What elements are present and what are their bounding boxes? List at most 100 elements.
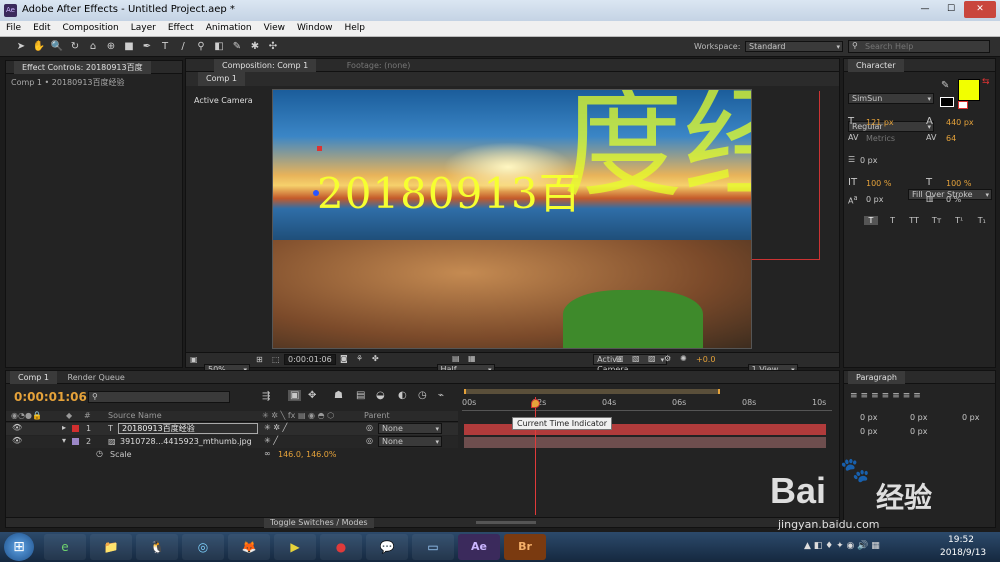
tab-effect-controls[interactable]: Effect Controls: 20180913百度 — [14, 61, 151, 74]
comp-timecode[interactable]: 0:00:01:06 — [284, 354, 336, 365]
layer-name[interactable]: 3910728...4415923_mthumb.jpg — [120, 437, 252, 446]
brush-tool-icon[interactable]: / — [176, 40, 190, 54]
snapshot-icon[interactable]: ◙ — [340, 354, 348, 363]
current-time-display[interactable]: 0:00:01:06 — [14, 390, 87, 404]
layer-label-color[interactable] — [72, 425, 79, 432]
layer-label-color[interactable] — [72, 438, 79, 445]
tab-comp-1[interactable]: Comp 1 — [198, 72, 245, 86]
menu-window[interactable]: Window — [291, 21, 339, 33]
expand-triangle-icon[interactable]: ▸ — [62, 423, 66, 432]
visibility-eye-icon[interactable]: 👁 — [12, 436, 22, 445]
roto-brush-icon[interactable]: ✎ — [230, 40, 244, 54]
taskbar-app-icon[interactable]: ▭ — [412, 534, 454, 560]
layer-switches-icon[interactable]: ✳ ✲ ╱ — [264, 423, 287, 432]
indent-right-value[interactable]: 0 px — [910, 413, 927, 422]
live-update-icon[interactable]: ▣ — [288, 390, 302, 401]
constrain-link-icon[interactable]: ∞ — [264, 449, 271, 458]
kerning-value[interactable]: Metrics — [866, 134, 895, 143]
region-interest-icon[interactable]: ▤ — [452, 354, 460, 363]
indent-first-value[interactable]: 0 px — [962, 413, 979, 422]
maximize-button[interactable]: ☐ — [938, 1, 964, 18]
collapse-triangle-icon[interactable]: ▾ — [62, 436, 66, 445]
clock-time[interactable]: 19:52 — [948, 535, 974, 545]
stroke-color-swatches[interactable] — [940, 97, 954, 107]
clock-date[interactable]: 2018/9/13 — [940, 548, 986, 558]
layer-parent-select[interactable]: None — [378, 423, 442, 434]
stroke-width-value[interactable]: 0 px — [860, 156, 877, 165]
toggle-pixel-icon[interactable]: ▥ — [616, 354, 624, 363]
time-ruler[interactable]: 00s02s04s06s08s10s — [462, 397, 832, 411]
taskbar-qq-icon[interactable]: 🐧 — [136, 534, 178, 560]
faux-italic-button[interactable]: T — [885, 216, 901, 225]
taskbar-record-icon[interactable]: ● — [320, 534, 362, 560]
taskbar-bridge-icon[interactable]: Br — [504, 534, 546, 560]
workspace-select[interactable]: Standard — [745, 41, 843, 52]
roi-icon[interactable]: ⬚ — [272, 355, 280, 364]
always-preview-icon[interactable]: ▣ — [190, 355, 198, 364]
subscript-button[interactable]: T₁ — [973, 216, 991, 225]
tab-composition[interactable]: Composition: Comp 1 — [214, 59, 317, 72]
rectangle-tool-icon[interactable]: ■ — [122, 40, 136, 54]
eyedropper-icon[interactable]: ✎ — [941, 80, 949, 91]
tab-comp-1-timeline[interactable]: Comp 1 — [10, 371, 57, 384]
stopwatch-icon[interactable]: ◷ — [96, 449, 103, 458]
tab-render-queue[interactable]: Render Queue — [60, 371, 133, 384]
tracking-value[interactable]: 64 — [946, 134, 956, 143]
pan-behind-tool-icon[interactable]: ⊕ — [104, 40, 118, 54]
menu-file[interactable]: File — [0, 21, 27, 33]
start-button-icon[interactable]: ⊞ — [4, 533, 34, 561]
close-button[interactable]: ✕ — [964, 1, 996, 18]
axis-mode-icon[interactable]: ✣ — [266, 40, 280, 54]
selection-tool-icon[interactable]: ➤ — [14, 40, 28, 54]
tab-paragraph[interactable]: Paragraph — [848, 371, 905, 384]
flowchart-icon[interactable]: ⚙ — [664, 354, 671, 363]
exposure-value[interactable]: +0.0 — [696, 355, 715, 364]
vertical-scale-value[interactable]: 100 % — [866, 179, 891, 188]
menu-animation[interactable]: Animation — [200, 21, 258, 33]
indent-left-value[interactable]: 0 px — [860, 413, 877, 422]
exposure-icon[interactable]: ✺ — [680, 354, 687, 363]
hide-shy-icon[interactable]: ☗ — [334, 390, 343, 401]
menu-view[interactable]: View — [258, 21, 291, 33]
taskbar-player-icon[interactable]: ▶ — [274, 534, 316, 560]
frame-blending-icon[interactable]: ▤ — [356, 390, 365, 401]
pen-tool-icon[interactable]: ✒ — [140, 40, 154, 54]
layer-switches-icon[interactable]: ✳ ╱ — [264, 436, 278, 445]
menu-help[interactable]: Help — [338, 21, 371, 33]
space-before-value[interactable]: 0 px — [860, 427, 877, 436]
taskbar-firefox-icon[interactable]: 🦊 — [228, 534, 270, 560]
superscript-button[interactable]: T¹ — [950, 216, 968, 225]
parent-pickwhip-icon[interactable]: ◎ — [366, 436, 373, 445]
comp-text-layer[interactable]: 20180913百 — [317, 160, 582, 221]
justify-all-icon[interactable]: ≡ — [913, 391, 924, 401]
parent-pickwhip-icon[interactable]: ◎ — [366, 423, 373, 432]
search-help-box[interactable]: ⚲ — [848, 40, 990, 53]
clone-tool-icon[interactable]: ⚲ — [194, 40, 208, 54]
minimize-button[interactable]: — — [912, 1, 938, 18]
menu-layer[interactable]: Layer — [125, 21, 162, 33]
font-size-value[interactable]: 121 px — [866, 118, 894, 127]
align-left-icon[interactable]: ≡ — [850, 391, 861, 401]
horizontal-scale-value[interactable]: 100 % — [946, 179, 971, 188]
zoom-slider[interactable] — [476, 521, 536, 524]
layer-row-1[interactable]: 👁 ▸ 1 T 20180913百度经验 ✳ ✲ ╱ ◎ None — [6, 423, 458, 435]
toggle-switches-modes-button[interactable]: Toggle Switches / Modes — [264, 518, 374, 528]
leading-value[interactable]: 440 px — [946, 118, 974, 127]
align-right-icon[interactable]: ≡ — [871, 391, 882, 401]
camera-tool-icon[interactable]: ⌂ — [86, 40, 100, 54]
brainstorm-icon[interactable]: ◐ — [398, 390, 407, 401]
justify-center-icon[interactable]: ≡ — [892, 391, 903, 401]
visibility-eye-icon[interactable]: 👁 — [12, 423, 22, 432]
space-after-value[interactable]: 0 px — [910, 427, 927, 436]
view-camera-select[interactable]: Active Camera — [593, 354, 668, 374]
hand-tool-icon[interactable]: ✋ — [32, 40, 46, 54]
scale-property-value[interactable]: 146.0, 146.0% — [278, 450, 337, 459]
small-caps-button[interactable]: Tт — [928, 216, 946, 225]
taskbar-after-effects-icon[interactable]: Ae — [458, 534, 500, 560]
show-snapshot-icon[interactable]: ⚘ — [356, 354, 363, 363]
work-area-bar[interactable] — [464, 389, 720, 394]
layer-row-2[interactable]: 👁 ▾ 2 ▨ 3910728...4415923_mthumb.jpg ✳ ╱… — [6, 436, 458, 448]
faux-bold-button[interactable]: T — [864, 216, 878, 225]
layer-parent-select[interactable]: None — [378, 436, 442, 447]
tray-icons[interactable]: ▲ ◧ ♦ ✦ ◉ 🔊 ▦ — [804, 541, 880, 551]
